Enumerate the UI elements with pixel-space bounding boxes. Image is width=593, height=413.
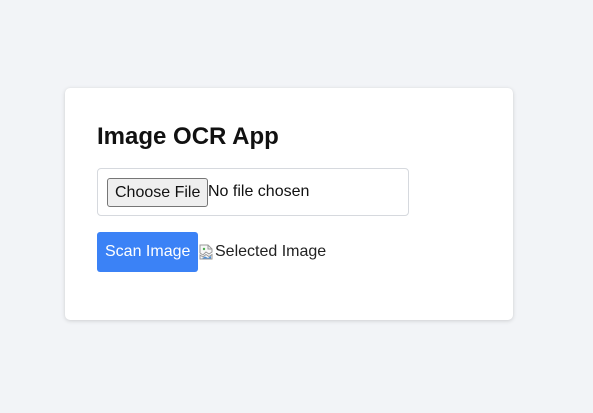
broken-image-icon bbox=[199, 244, 213, 260]
page-title: Image OCR App bbox=[97, 123, 279, 150]
selected-image-alt-text: Selected Image bbox=[215, 243, 327, 260]
scan-image-button[interactable]: Scan Image bbox=[97, 232, 199, 272]
file-status-text: No file chosen bbox=[208, 183, 310, 200]
file-input[interactable]: Choose File No file chosen bbox=[97, 168, 409, 216]
choose-file-button[interactable]: Choose File bbox=[107, 178, 209, 207]
ocr-card: Image OCR App Choose File No file chosen… bbox=[65, 88, 513, 320]
selected-image-preview: Selected Image bbox=[199, 241, 326, 263]
